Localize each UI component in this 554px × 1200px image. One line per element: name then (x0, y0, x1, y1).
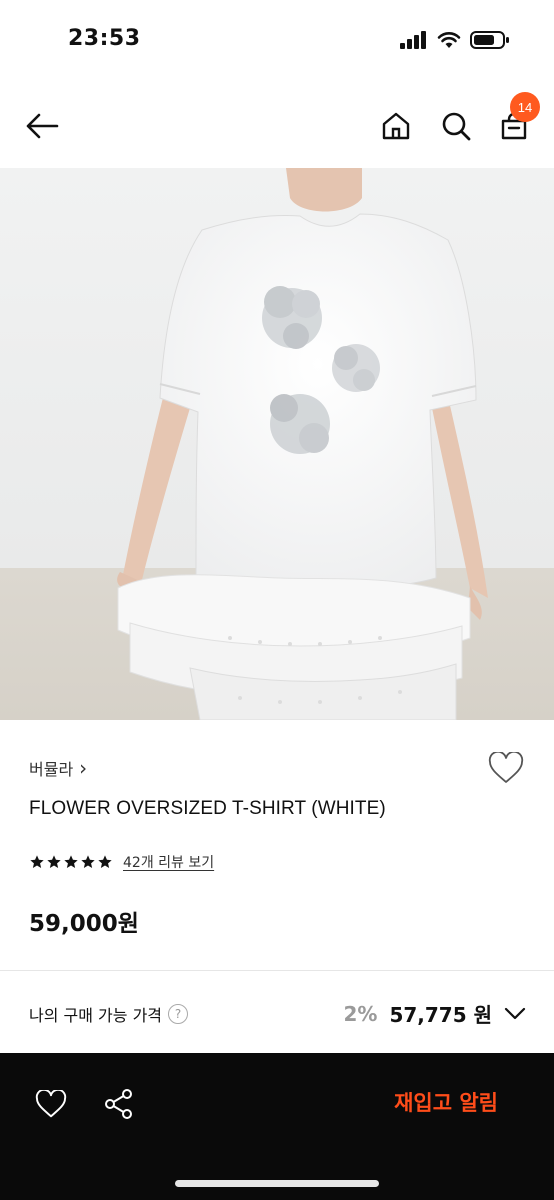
my-price-label: 나의 구매 가능 가격 (29, 1006, 163, 1025)
cellular-signal-icon (400, 31, 426, 49)
product-info: 버뮬라 › FLOWER OVERSIZED T-SHIRT (WHITE) 4… (0, 720, 554, 970)
wifi-icon (437, 32, 461, 48)
home-button[interactable] (374, 104, 418, 148)
arrow-left-icon (26, 113, 59, 139)
status-time: 23:53 (68, 26, 141, 51)
cart-count-badge: 14 (510, 92, 540, 122)
discount-rate: 2% (343, 1001, 378, 1026)
share-button[interactable] (98, 1083, 140, 1125)
search-button[interactable] (434, 104, 478, 148)
bottom-wishlist-button[interactable] (30, 1083, 72, 1125)
my-price-row[interactable]: 나의 구매 가능 가격 ? 2% 57,775 원 (0, 971, 554, 1053)
my-price-label-group: 나의 구매 가능 가격 ? (29, 1002, 189, 1026)
nav-bar (0, 84, 554, 168)
heart-outline-icon (35, 1090, 67, 1118)
brand-name: 버뮬라 (29, 760, 74, 779)
share-icon (105, 1089, 132, 1119)
star-icon (98, 855, 112, 868)
status-icons (400, 30, 510, 50)
reviews-link[interactable]: 42개 리뷰 보기 (123, 852, 214, 872)
product-photo (0, 168, 554, 720)
chevron-right-icon: › (79, 756, 88, 780)
restock-alert-button[interactable]: 재입고 알림 (394, 1087, 498, 1117)
search-icon (442, 112, 471, 141)
home-indicator (175, 1180, 379, 1187)
chevron-down-icon[interactable] (504, 1007, 526, 1021)
star-icon (30, 855, 44, 868)
wishlist-button[interactable] (484, 748, 528, 788)
my-price-value: 57,775 원 (389, 1003, 492, 1027)
star-icon (64, 855, 78, 868)
product-price: 59,000원 (29, 911, 139, 937)
help-icon[interactable]: ? (168, 1004, 189, 1024)
star-icon (47, 855, 61, 868)
home-icon (382, 112, 410, 140)
heart-outline-icon (488, 752, 524, 783)
rating-stars (29, 854, 113, 870)
product-title: FLOWER OVERSIZED T-SHIRT (WHITE) (29, 798, 386, 819)
product-image[interactable] (0, 168, 554, 720)
status-bar: 23:53 (0, 0, 554, 84)
brand-link[interactable]: 버뮬라 › (29, 756, 87, 780)
rating-row: 42개 리뷰 보기 (29, 852, 214, 872)
battery-icon (470, 31, 509, 49)
back-button[interactable] (18, 104, 66, 148)
bottom-action-bar: 재입고 알림 (0, 1053, 554, 1200)
my-price-value-group: 2% 57,775 원 (343, 999, 526, 1028)
star-icon (81, 855, 95, 868)
